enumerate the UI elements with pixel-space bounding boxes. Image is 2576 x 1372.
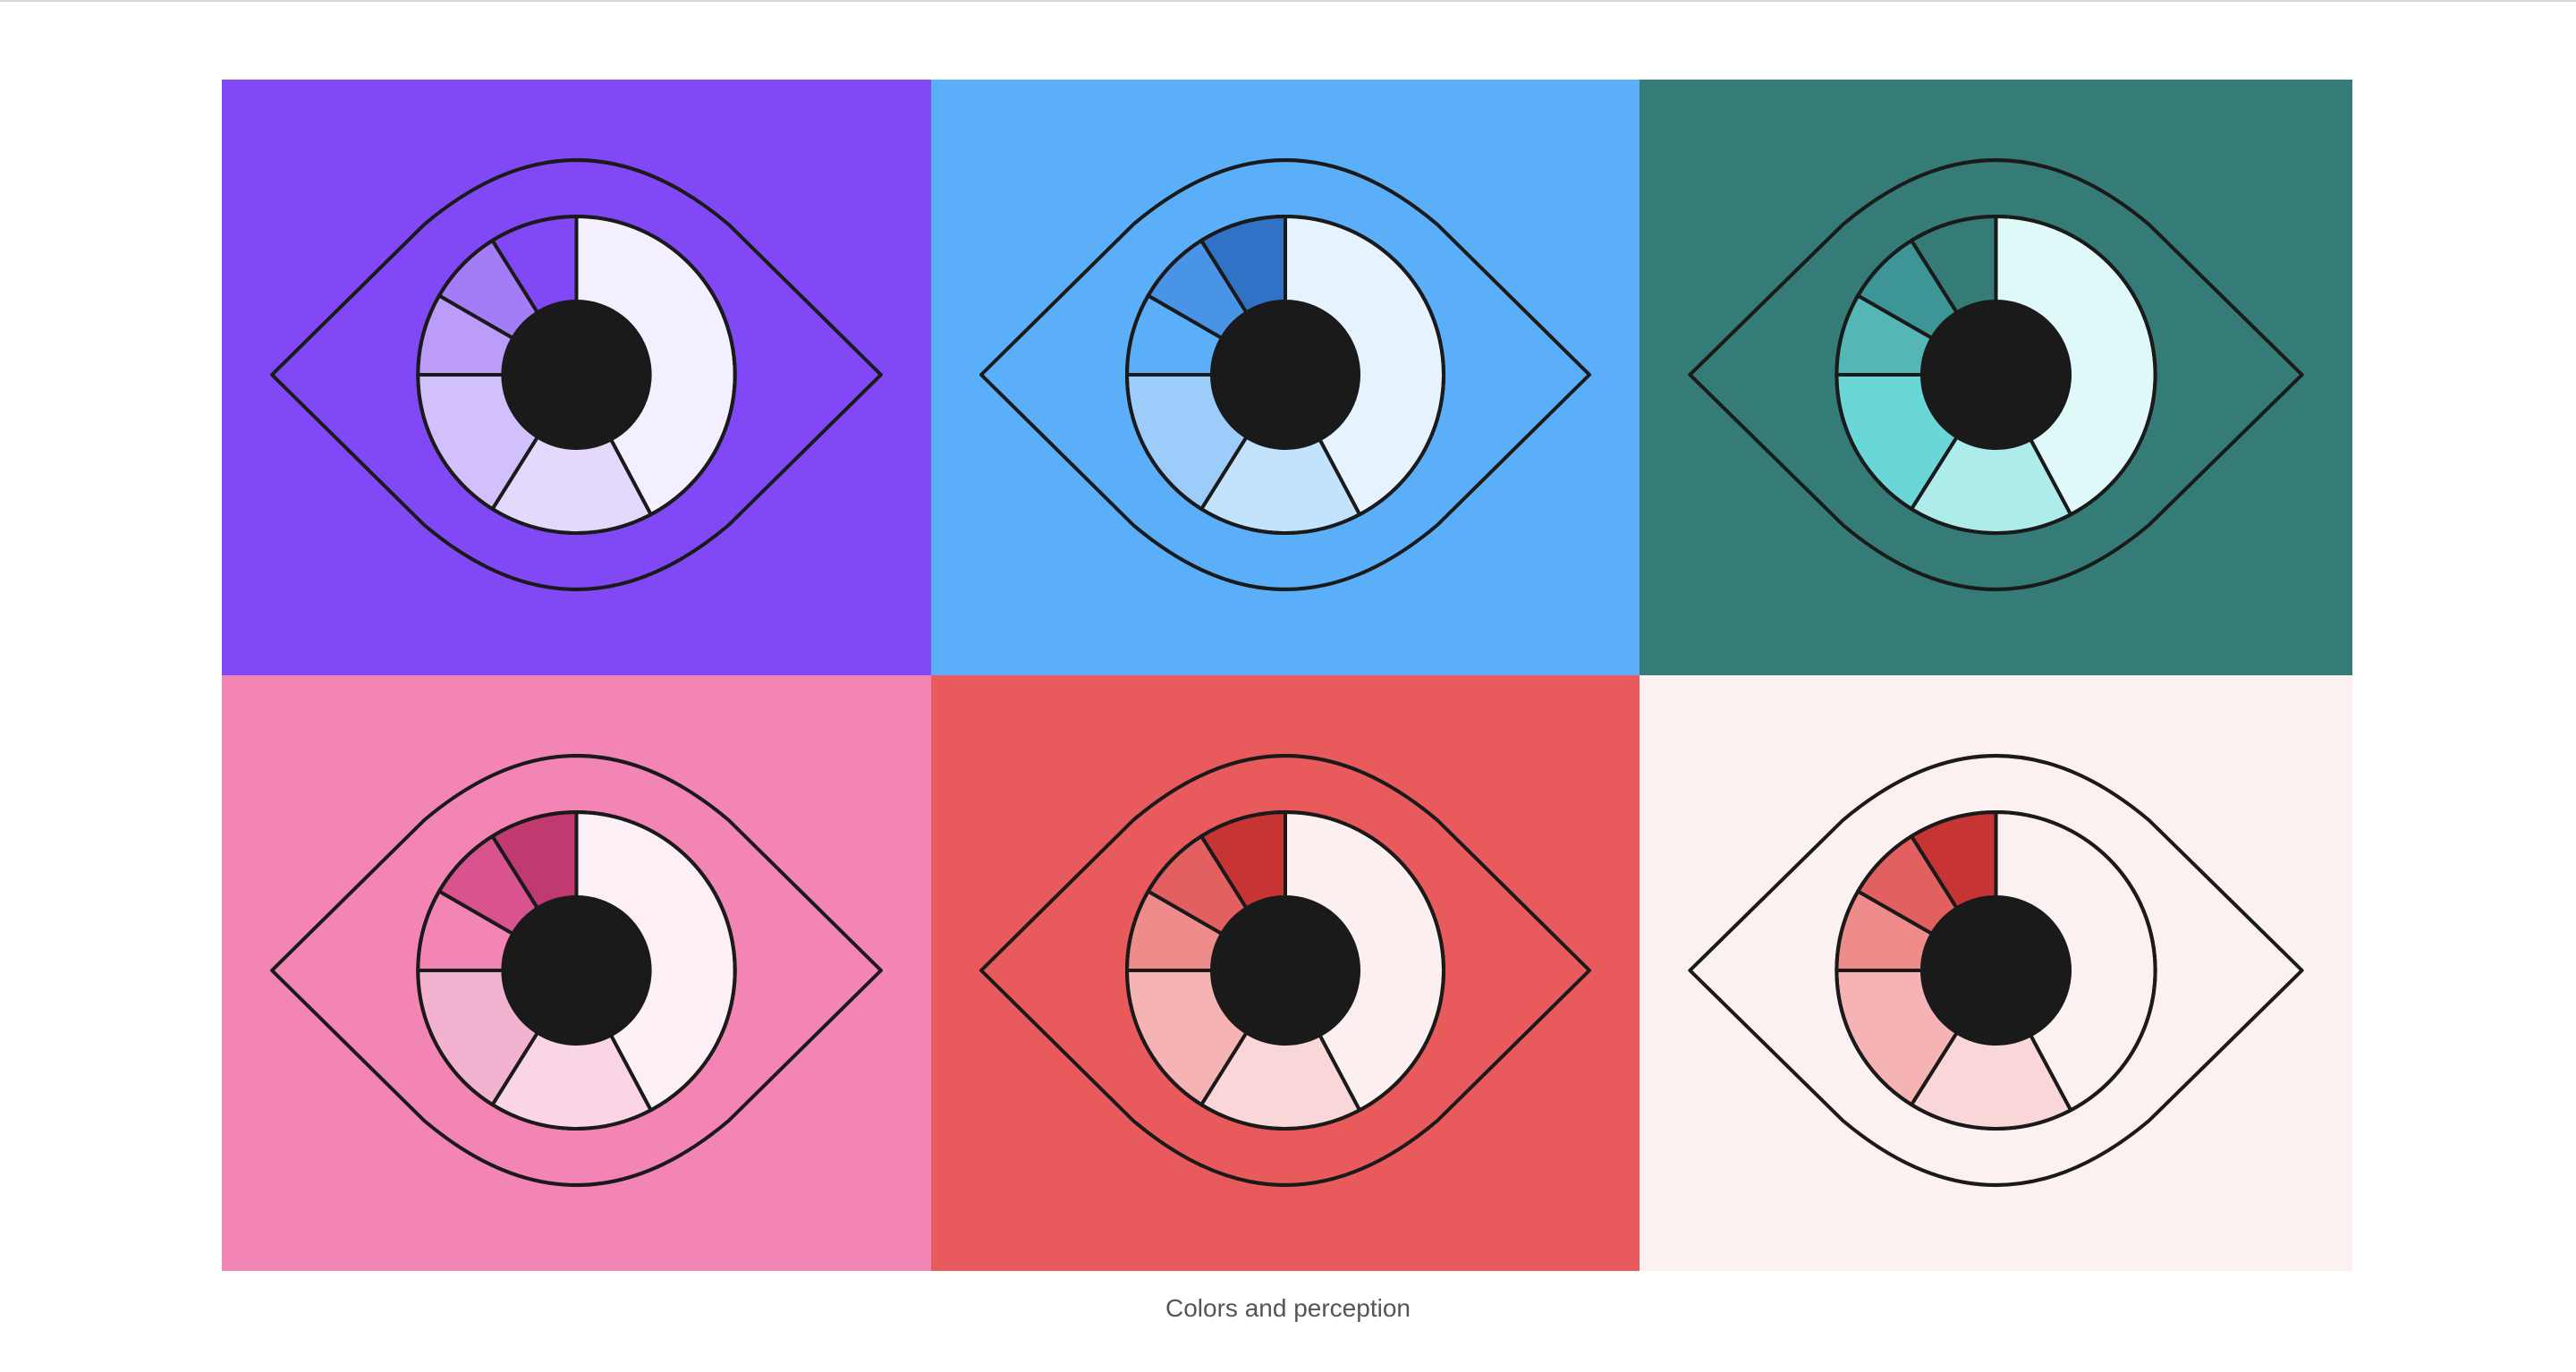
- eye-icon: [931, 80, 1640, 675]
- eye-tile-pink: [222, 675, 931, 1271]
- eye-icon: [222, 675, 931, 1271]
- pupil: [1921, 897, 2071, 1044]
- pupil: [1921, 301, 2071, 448]
- pupil: [1212, 897, 1359, 1044]
- top-border: [0, 0, 2576, 2]
- figure-caption: Colors and perception: [1165, 1294, 1411, 1322]
- eye-tile-blue: [931, 80, 1640, 675]
- pupil: [503, 897, 650, 1044]
- eye-icon: [222, 80, 931, 675]
- eye-tile-teal: [1640, 80, 2352, 675]
- pupil: [1212, 301, 1359, 448]
- pupil: [503, 301, 650, 448]
- eye-tile-blush: [1640, 675, 2352, 1271]
- eye-tile-grid: [222, 80, 2352, 1271]
- eye-tile-red: [931, 675, 1640, 1271]
- eye-tile-purple: [222, 80, 931, 675]
- eye-icon: [1640, 80, 2352, 675]
- eye-illustration-figure: [222, 80, 2352, 1271]
- eye-icon: [931, 675, 1640, 1271]
- eye-icon: [1640, 675, 2352, 1271]
